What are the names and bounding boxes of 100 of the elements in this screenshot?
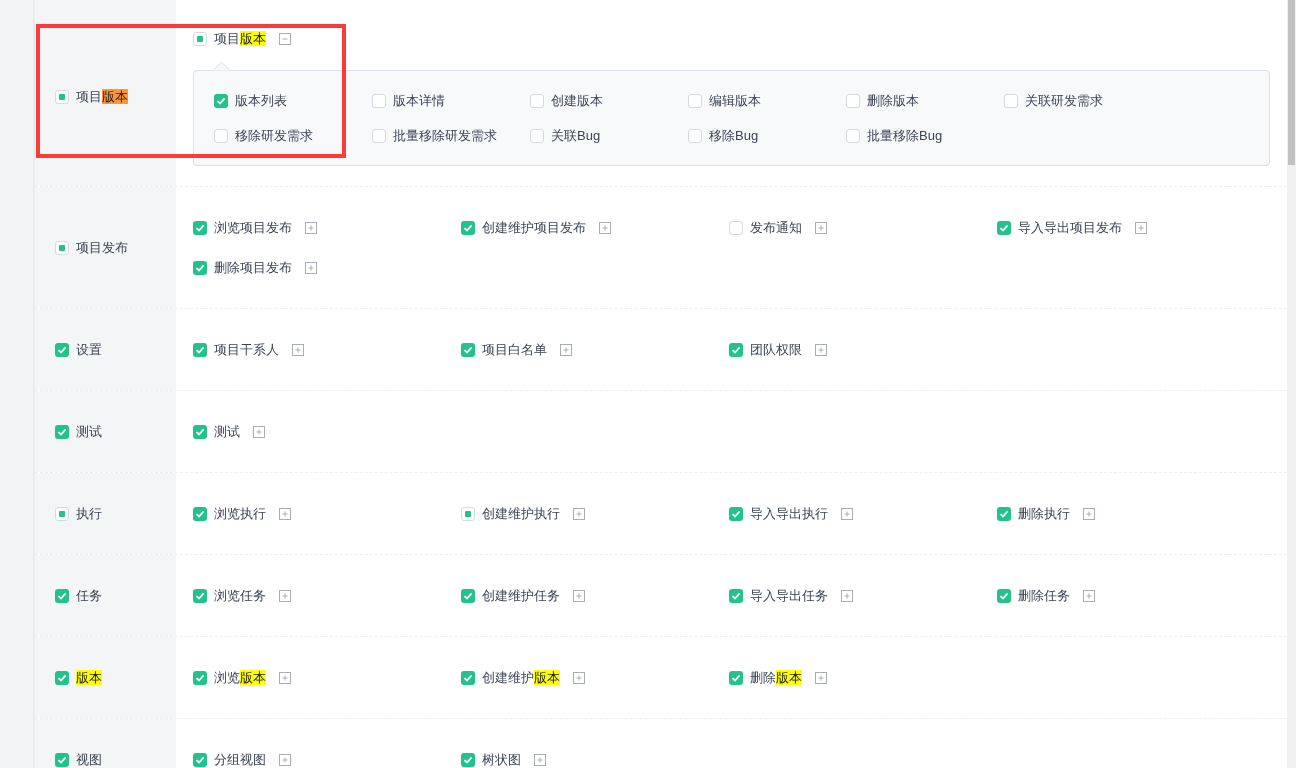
permission-label: 删除版本: [867, 91, 919, 110]
permission-label: 浏览项目发布: [214, 218, 292, 237]
expand-icon[interactable]: [573, 671, 585, 684]
checkbox[interactable]: [729, 506, 743, 521]
module-label: 视图: [76, 750, 102, 768]
module-label: 执行: [76, 504, 102, 523]
permission-label: 测试: [214, 422, 240, 441]
expand-icon[interactable]: [599, 221, 611, 234]
module-label: 项目发布: [76, 238, 128, 257]
scrollbar[interactable]: [1287, 0, 1296, 768]
checkbox[interactable]: [846, 128, 860, 143]
expand-icon[interactable]: [279, 753, 291, 766]
permission-label: 关联研发需求: [1025, 91, 1103, 110]
checkbox[interactable]: [461, 752, 475, 767]
expand-icon[interactable]: [1135, 221, 1147, 234]
expand-icon[interactable]: [841, 507, 853, 520]
checkbox[interactable]: [846, 93, 860, 108]
module-label: 任务: [76, 586, 102, 605]
permission-label: 浏览执行: [214, 504, 266, 523]
checkbox[interactable]: [55, 240, 69, 255]
module-label: 设置: [76, 340, 102, 359]
permission-label: 移除Bug: [709, 126, 759, 145]
checkbox[interactable]: [461, 670, 475, 685]
expand-icon[interactable]: [841, 589, 853, 602]
checkbox[interactable]: [1004, 93, 1018, 108]
checkbox[interactable]: [372, 128, 386, 143]
module-label: 版本: [76, 668, 102, 687]
expand-icon[interactable]: [815, 343, 827, 356]
checkbox[interactable]: [193, 220, 207, 235]
permission-label: 导入导出项目发布: [1018, 218, 1122, 237]
permission-label: 导入导出执行: [750, 504, 828, 523]
permission-label: 删除执行: [1018, 504, 1070, 523]
permission-label: 发布通知: [750, 218, 802, 237]
expand-icon[interactable]: [573, 589, 585, 602]
checkbox[interactable]: [688, 128, 702, 143]
expand-icon[interactable]: [279, 671, 291, 684]
checkbox[interactable]: [729, 342, 743, 357]
checkbox[interactable]: [214, 128, 228, 143]
permission-label: 删除版本: [750, 668, 802, 687]
checkbox[interactable]: [55, 752, 69, 767]
expand-icon[interactable]: [292, 343, 304, 356]
expand-icon[interactable]: [573, 507, 585, 520]
permission-label: 批量移除Bug: [867, 126, 943, 145]
permission-label: 树状图: [482, 750, 521, 768]
permission-label: 批量移除研发需求: [393, 126, 497, 145]
expand-icon[interactable]: [305, 221, 317, 234]
expand-icon[interactable]: [279, 507, 291, 520]
permission-label: 浏览任务: [214, 586, 266, 605]
checkbox[interactable]: [193, 342, 207, 357]
permission-label: 版本列表: [235, 91, 287, 110]
expand-icon[interactable]: [1083, 507, 1095, 520]
expand-icon[interactable]: [815, 221, 827, 234]
permission-label: 创建版本: [551, 91, 603, 110]
permission-label: 创建维护版本: [482, 668, 560, 687]
permission-label: 创建维护执行: [482, 504, 560, 523]
permission-label: 项目干系人: [214, 340, 279, 359]
checkbox[interactable]: [193, 424, 207, 439]
permission-label: 导入导出任务: [750, 586, 828, 605]
checkbox[interactable]: [193, 670, 207, 685]
checkbox[interactable]: [729, 220, 743, 235]
checkbox[interactable]: [729, 670, 743, 685]
permission-label: 版本详情: [393, 91, 445, 110]
module-label: 项目版本: [76, 88, 128, 106]
checkbox[interactable]: [55, 424, 69, 439]
checkbox[interactable]: [688, 93, 702, 108]
expand-icon[interactable]: [1083, 589, 1095, 602]
expand-icon[interactable]: [534, 753, 546, 766]
checkbox[interactable]: [997, 506, 1011, 521]
collapse-icon[interactable]: [279, 32, 291, 45]
checkbox[interactable]: [193, 31, 207, 46]
checkbox[interactable]: [214, 93, 228, 108]
checkbox[interactable]: [729, 588, 743, 603]
checkbox[interactable]: [530, 93, 544, 108]
checkbox[interactable]: [55, 588, 69, 603]
permission-label: 创建维护项目发布: [482, 218, 586, 237]
checkbox[interactable]: [461, 588, 475, 603]
checkbox[interactable]: [461, 342, 475, 357]
checkbox[interactable]: [55, 342, 69, 357]
permission-label: 浏览版本: [214, 668, 266, 687]
checkbox[interactable]: [461, 220, 475, 235]
expand-icon[interactable]: [815, 671, 827, 684]
permission-label: 移除研发需求: [235, 126, 313, 145]
checkbox[interactable]: [530, 128, 544, 143]
checkbox[interactable]: [55, 670, 69, 685]
checkbox[interactable]: [372, 93, 386, 108]
checkbox[interactable]: [55, 90, 69, 104]
checkbox[interactable]: [193, 588, 207, 603]
checkbox[interactable]: [997, 588, 1011, 603]
checkbox[interactable]: [193, 506, 207, 521]
checkbox[interactable]: [997, 220, 1011, 235]
checkbox[interactable]: [55, 506, 69, 521]
checkbox[interactable]: [193, 752, 207, 767]
expand-icon[interactable]: [253, 425, 265, 438]
checkbox[interactable]: [193, 260, 207, 275]
expand-icon[interactable]: [279, 589, 291, 602]
checkbox[interactable]: [461, 506, 475, 521]
expand-icon[interactable]: [305, 261, 317, 274]
permission-label: 创建维护任务: [482, 586, 560, 605]
permission-label: 删除项目发布: [214, 258, 292, 277]
expand-icon[interactable]: [560, 343, 572, 356]
